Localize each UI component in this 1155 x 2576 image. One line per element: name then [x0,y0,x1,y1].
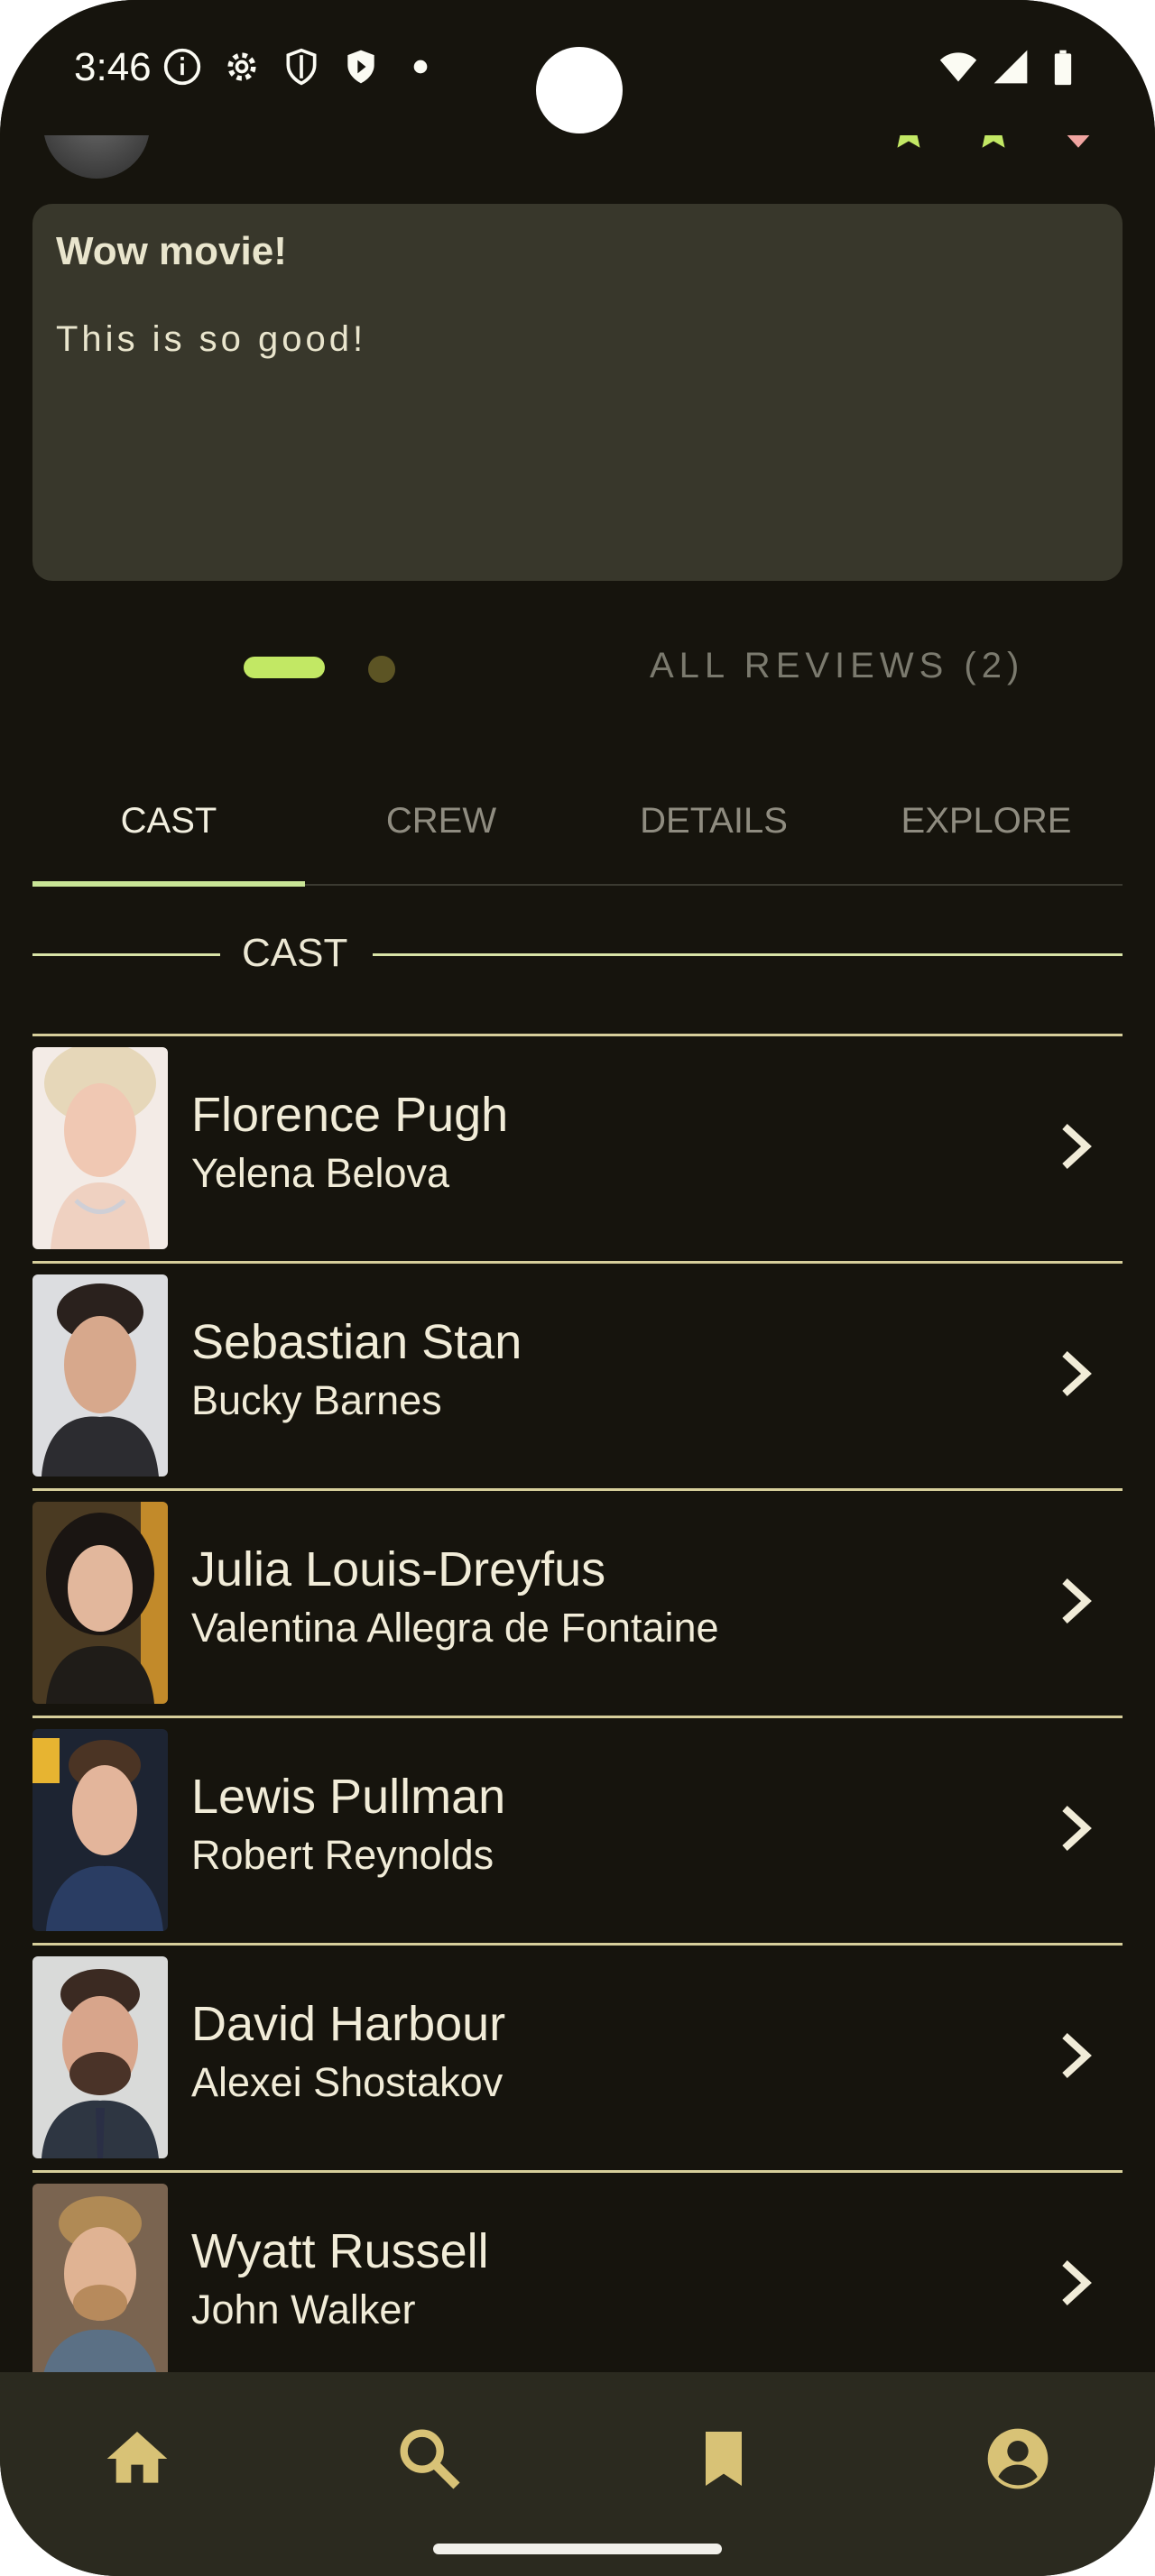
wifi-icon [938,47,978,91]
actor-name: Julia Louis-Dreyfus [191,1542,606,1596]
front-camera [536,47,623,133]
actor-name: David Harbour [191,1997,506,2051]
tab-indicator [32,881,305,887]
bookmark-icon [706,2432,742,2486]
review-header-peek [0,135,1155,180]
pager-indicator-dot[interactable] [368,656,395,683]
actor-name: Lewis Pullman [191,1770,506,1824]
cast-list-item[interactable]: David Harbour Alexei Shostakov [32,1943,1123,2170]
nav-search[interactable] [393,2423,466,2495]
header-divider-left [32,953,220,956]
actor-photo [32,1956,168,2158]
cast-list-item[interactable]: Florence Pugh Yelena Belova [32,1034,1123,1261]
shield-icon [282,47,321,91]
review-rating [886,135,1101,158]
cast-list: Florence Pugh Yelena Belova Sebastian St… [32,1034,1123,2397]
bottom-navigation [0,2372,1155,2576]
nav-home[interactable] [101,2423,173,2495]
star-filled-icon [971,135,1016,158]
character-name: Bucky Barnes [191,1377,442,1423]
review-body: This is so good! [56,319,367,359]
character-name: Yelena Belova [191,1150,450,1196]
actor-photo [32,1729,168,1931]
actor-photo [32,2184,168,2386]
chevron-right-icon [1062,2033,1092,2078]
chevron-right-icon [1062,2260,1092,2305]
actor-name: Florence Pugh [191,1088,509,1142]
status-bar: 3:46 [0,0,1155,135]
actor-photo [32,1274,168,1477]
all-reviews-link[interactable]: ALL REVIEWS (2) [650,646,1024,686]
tab-crew[interactable]: CREW [305,801,578,842]
character-name: Alexei Shostakov [191,2059,504,2105]
character-name: John Walker [191,2286,416,2332]
nav-profile[interactable] [982,2423,1054,2495]
header-divider-right [373,953,1123,956]
dot-icon [401,47,440,91]
chevron-right-icon [1062,1124,1092,1169]
cast-list-item[interactable]: Julia Louis-Dreyfus Valentina Allegra de… [32,1488,1123,1716]
actor-name: Sebastian Stan [191,1315,522,1369]
gesture-home-bar[interactable] [433,2544,722,2554]
status-time: 3:46 [74,45,152,89]
heart-icon [1056,135,1101,158]
pager-indicator-active[interactable] [244,657,325,678]
review-title: Wow movie! [56,229,287,273]
account-icon [987,2428,1049,2489]
actor-photo [32,1502,168,1704]
tab-details[interactable]: DETAILS [578,801,850,842]
actor-photo [32,1047,168,1249]
phone-screen: 3:46 Wow movie! This is so good! ALL REV… [0,0,1155,2576]
star-filled-icon [886,135,931,158]
status-left-icons [162,47,440,91]
cast-list-item[interactable]: Sebastian Stan Bucky Barnes [32,1261,1123,1488]
cast-section-title: CAST [242,931,348,975]
play-shield-icon [341,47,381,91]
battery-icon [1043,47,1083,91]
cast-section-header: CAST [32,929,1123,980]
search-icon [400,2429,460,2489]
chevron-right-icon [1062,1578,1092,1624]
character-name: Robert Reynolds [191,1832,494,1878]
nav-watchlist[interactable] [688,2423,760,2495]
review-card[interactable]: Wow movie! This is so good! [32,204,1123,581]
detail-tabs: CAST CREW DETAILS EXPLORE [32,785,1123,887]
signal-icon [991,47,1030,91]
character-name: Valentina Allegra de Fontaine [191,1605,719,1651]
status-right-icons [938,47,1083,91]
tab-cast[interactable]: CAST [32,801,305,842]
cast-list-item[interactable]: Wyatt Russell John Walker [32,2170,1123,2397]
chevron-right-icon [1062,1351,1092,1396]
actor-name: Wyatt Russell [191,2224,489,2278]
home-icon [106,2432,168,2483]
reviewer-avatar [43,135,150,179]
chevron-right-icon [1062,1806,1092,1851]
settings-icon [222,47,262,91]
tab-explore[interactable]: EXPLORE [850,801,1123,842]
cast-list-item[interactable]: Lewis Pullman Robert Reynolds [32,1716,1123,1943]
info-icon [162,47,202,91]
